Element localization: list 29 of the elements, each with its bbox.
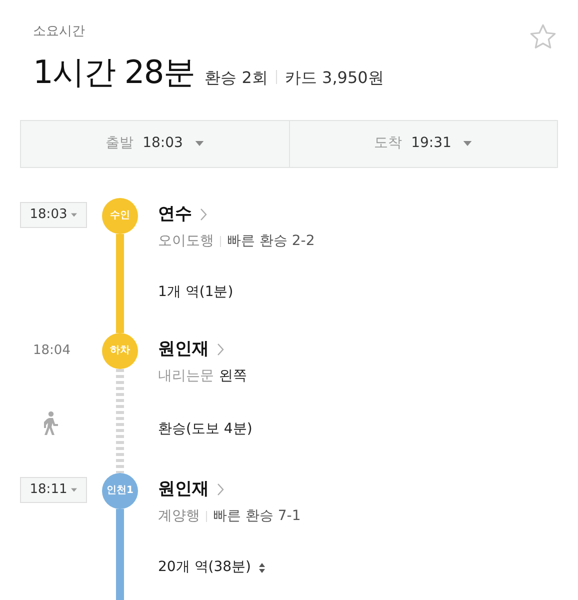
duration-label: 소요시간 (33, 23, 86, 41)
direction-text: 계양행 (158, 507, 200, 526)
caret-icon (71, 212, 78, 216)
caret-icon (71, 488, 78, 492)
chevron-right-icon (217, 482, 224, 496)
direction-text: 오이도행 (158, 232, 214, 251)
arrival-time: 18:04 (33, 342, 72, 360)
duration-text: 1시간 28분 (33, 52, 195, 92)
line-badge: 수인 (102, 198, 138, 234)
fast-transfer-text: 빠른 환승 2-2 (227, 232, 315, 251)
expand-icon[interactable] (259, 562, 266, 572)
line-badge: 인천1 (102, 472, 138, 508)
transfer-count: 환승 2회 (204, 66, 268, 88)
door-side: 왼쪽 (219, 367, 247, 386)
door-label: 내리는문 (158, 367, 214, 386)
departure-time-dropdown[interactable]: 18:11 (20, 476, 87, 502)
ride-stops-text: 20개 역(38분) (158, 558, 252, 577)
departure-time-dropdown[interactable]: 18:03 (20, 202, 87, 228)
chevron-right-icon (200, 208, 207, 221)
line-badge: 하차 (102, 332, 138, 368)
walking-person-icon (42, 411, 60, 435)
chevron-right-icon (217, 342, 224, 356)
station-name[interactable]: 원인재 (158, 476, 209, 502)
walk-transfer-text: 환승(도보 4분) (158, 420, 252, 439)
ride-stops-text: 1개 역(1분) (158, 283, 234, 302)
fare-text: 카드 3,950원 (284, 66, 384, 88)
fast-transfer-text: 빠른 환승 7-1 (213, 507, 301, 526)
station-name[interactable]: 원인재 (158, 336, 209, 362)
station-name[interactable]: 연수 (158, 202, 192, 227)
